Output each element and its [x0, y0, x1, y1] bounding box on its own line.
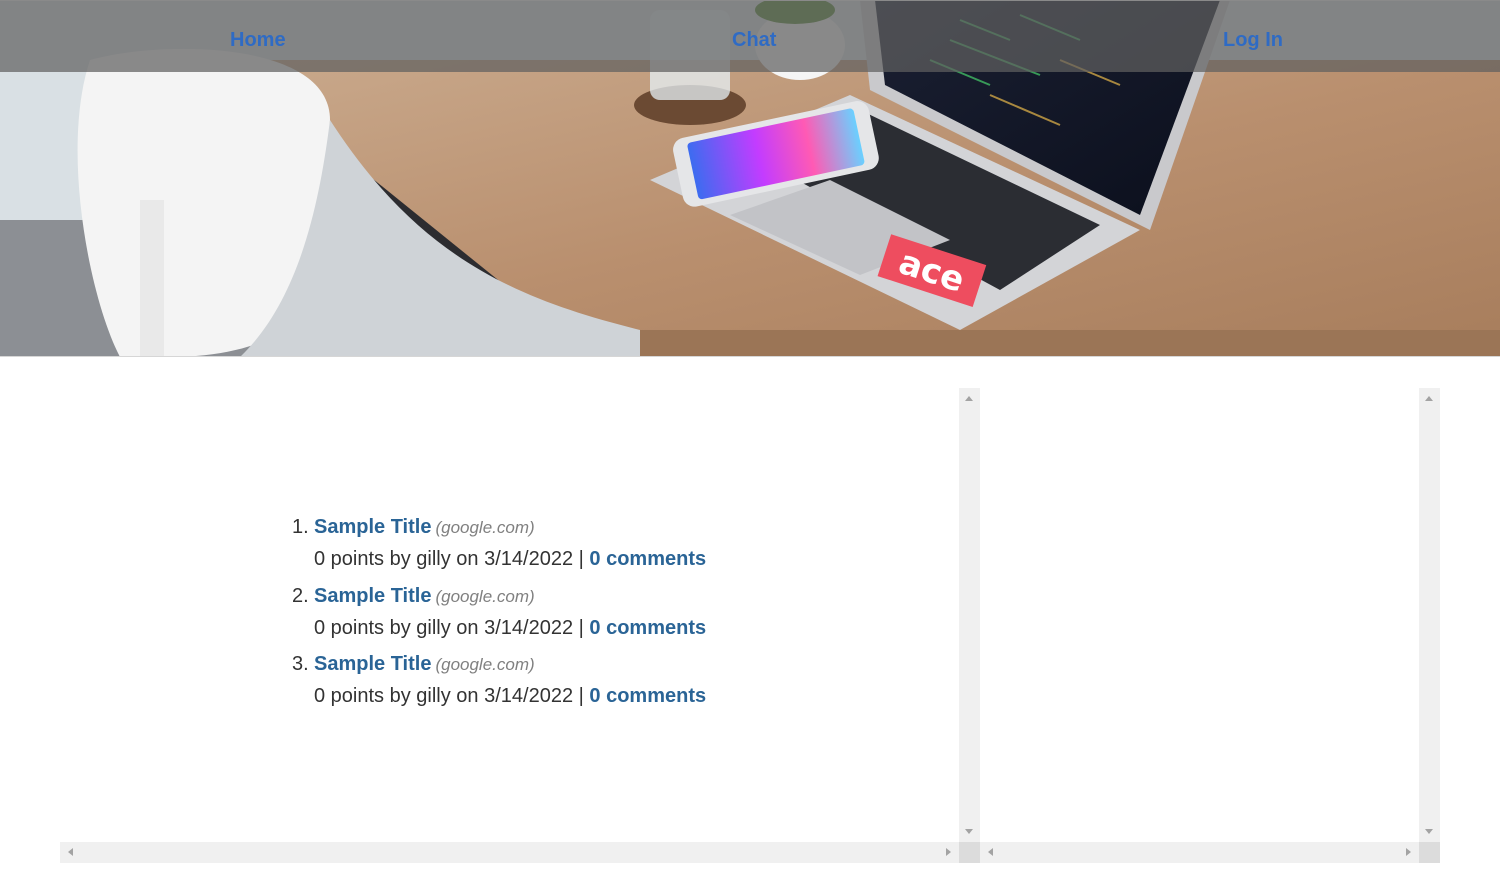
- scroll-left-arrow-icon[interactable]: [68, 848, 73, 856]
- story-meta: 0 points by gilly on 3/14/2022 |: [314, 548, 590, 570]
- story-item: 1. Sample Title (google.com) 0 points by …: [292, 512, 892, 581]
- story-item: 3. Sample Title (google.com) 0 points by …: [292, 649, 892, 718]
- story-number: 3.: [292, 653, 309, 675]
- story-title-link[interactable]: Sample Title: [314, 653, 431, 675]
- story-domain: (google.com): [435, 586, 535, 606]
- top-navigation-bar: Home Chat Log In: [0, 0, 1500, 72]
- vertical-scrollbar[interactable]: [1419, 388, 1440, 842]
- story-title-link[interactable]: Sample Title: [314, 516, 431, 538]
- horizontal-scrollbar[interactable]: [980, 842, 1419, 863]
- story-number: 2.: [292, 584, 309, 607]
- scrollbar-corner: [959, 842, 980, 863]
- nav-chat-link[interactable]: Chat: [732, 28, 776, 52]
- story-meta: 0 points by gilly on 3/14/2022 |: [314, 685, 590, 707]
- scroll-up-arrow-icon[interactable]: [965, 396, 973, 401]
- scroll-right-arrow-icon[interactable]: [946, 848, 951, 856]
- story-comments-link[interactable]: 0 comments: [589, 548, 706, 570]
- story-list: 1. Sample Title (google.com) 0 points by …: [292, 512, 892, 718]
- vertical-scrollbar[interactable]: [959, 388, 980, 842]
- scroll-right-arrow-icon[interactable]: [1406, 848, 1411, 856]
- chat-frame: [980, 388, 1440, 863]
- story-comments-link[interactable]: 0 comments: [589, 617, 706, 639]
- scroll-down-arrow-icon[interactable]: [965, 829, 973, 834]
- stories-frame: 1. Sample Title (google.com) 0 points by …: [60, 388, 980, 863]
- nav-home-link[interactable]: Home: [230, 28, 286, 52]
- nav-login-link[interactable]: Log In: [1223, 28, 1283, 52]
- scroll-left-arrow-icon[interactable]: [988, 848, 993, 856]
- story-domain: (google.com): [435, 518, 535, 537]
- story-number: 1.: [292, 516, 309, 538]
- scroll-up-arrow-icon[interactable]: [1425, 396, 1433, 401]
- horizontal-scrollbar[interactable]: [60, 842, 959, 863]
- story-domain: (google.com): [435, 655, 535, 674]
- hero-banner: ace Home Chat Log In: [0, 0, 1500, 357]
- scrollbar-corner: [1419, 842, 1440, 863]
- story-comments-link[interactable]: 0 comments: [589, 685, 706, 707]
- scroll-down-arrow-icon[interactable]: [1425, 829, 1433, 834]
- story-title-link[interactable]: Sample Title: [314, 585, 431, 607]
- story-meta: 0 points by gilly on 3/14/2022 |: [314, 616, 590, 639]
- story-item: 2. Sample Title (google.com) 0 points by …: [292, 581, 892, 650]
